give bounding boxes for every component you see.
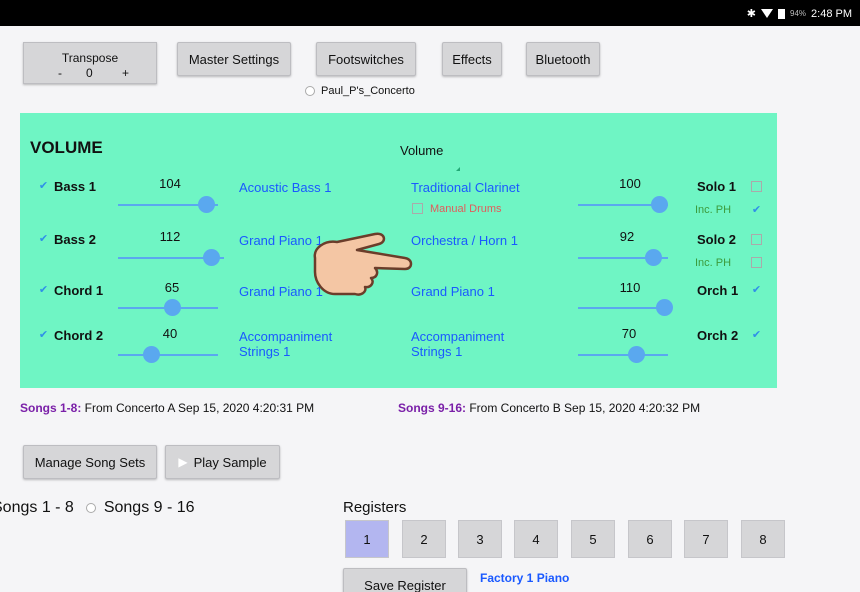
transpose-plus-button[interactable]: + <box>122 66 129 80</box>
bass2-checkbox[interactable]: ✔ <box>38 233 49 245</box>
solo1-checkbox[interactable] <box>751 181 762 192</box>
manual-drums-checkbox[interactable] <box>412 203 423 214</box>
solo2-checkbox[interactable] <box>751 234 762 245</box>
orch2-slider[interactable] <box>578 354 668 356</box>
wifi-icon <box>761 9 774 18</box>
orch1-slider-thumb[interactable] <box>656 299 673 316</box>
bass2-label: Bass 2 <box>54 232 96 247</box>
song-radio[interactable]: Paul_P's_Concerto <box>305 85 415 97</box>
solo2-incph-label: Inc. PH <box>695 257 732 269</box>
chord1-value: 65 <box>164 280 180 295</box>
bass1-slider-thumb[interactable] <box>198 196 215 213</box>
solo2-value: 92 <box>619 229 635 244</box>
transpose-label: Transpose <box>61 51 119 65</box>
chord2-checkbox[interactable]: ✔ <box>38 329 49 341</box>
songs-set1-info: Songs 1-8: From Concerto A Sep 15, 2020 … <box>20 401 314 415</box>
orch2-value: 70 <box>621 326 637 341</box>
song-name: Paul_P's_Concerto <box>321 85 415 97</box>
status-bar: ✱ 94% 2:48 PM <box>0 0 860 26</box>
play-icon: ▶ <box>178 455 188 469</box>
chord1-label: Chord 1 <box>54 283 104 298</box>
solo2-voice[interactable]: Orchestra / Horn 1 <box>411 233 518 248</box>
bass1-value: 104 <box>159 176 181 191</box>
hand-pointer-icon <box>313 232 413 296</box>
chord2-slider-thumb[interactable] <box>143 346 160 363</box>
orch2-checkbox[interactable]: ✔ <box>751 329 762 341</box>
effects-button[interactable]: Effects <box>442 42 502 76</box>
volume-title: VOLUME <box>30 138 103 157</box>
transpose-value: 0 <box>86 66 93 80</box>
solo1-value: 100 <box>619 176 641 191</box>
play-sample-button[interactable]: ▶ Play Sample <box>165 445 280 479</box>
bass1-voice[interactable]: Acoustic Bass 1 <box>239 180 332 195</box>
battery-percent: 94% <box>790 9 807 18</box>
transpose-control: Transpose - 0 + <box>23 42 157 84</box>
orch1-value: 110 <box>619 280 641 295</box>
solo1-incph-label: Inc. PH <box>695 204 732 216</box>
bluetooth-button[interactable]: Bluetooth <box>526 42 600 76</box>
register-button-3[interactable]: 3 <box>458 520 502 558</box>
register-button-5[interactable]: 5 <box>571 520 615 558</box>
songs-set2-info: Songs 9-16: From Concerto B Sep 15, 2020… <box>398 401 700 415</box>
play-sample-label: Play Sample <box>193 454 267 470</box>
orch1-slider[interactable] <box>578 307 668 309</box>
volume-center-label: Volume <box>400 143 444 158</box>
register-button-2[interactable]: 2 <box>402 520 446 558</box>
register-button-8[interactable]: 8 <box>741 520 785 558</box>
chord2-label: Chord 2 <box>54 328 104 343</box>
solo2-slider-thumb[interactable] <box>645 249 662 266</box>
save-register-button[interactable]: Save Register <box>343 568 467 592</box>
bluetooth-icon: ✱ <box>746 8 757 20</box>
radio-icon[interactable] <box>305 86 315 96</box>
bass1-label: Bass 1 <box>54 179 96 194</box>
chord1-checkbox[interactable]: ✔ <box>38 284 49 296</box>
battery-icon <box>778 8 786 19</box>
orch2-voice[interactable]: Accompaniment Strings 1 <box>411 329 541 359</box>
volume-indicator-icon <box>456 163 460 171</box>
manual-drums-label: Manual Drums <box>430 203 502 215</box>
clock: 2:48 PM <box>811 7 852 20</box>
solo1-slider-thumb[interactable] <box>651 196 668 213</box>
orch1-label: Orch 1 <box>697 283 739 298</box>
songs-9-16-option[interactable]: Songs 9 - 16 <box>104 499 195 517</box>
bass1-checkbox[interactable]: ✔ <box>38 180 49 192</box>
register-button-4[interactable]: 4 <box>514 520 558 558</box>
register-button-6[interactable]: 6 <box>628 520 672 558</box>
footswitches-button[interactable]: Footswitches <box>316 42 416 76</box>
register-button-7[interactable]: 7 <box>684 520 728 558</box>
songs-set2-text: From Concerto B Sep 15, 2020 4:20:32 PM <box>466 401 701 415</box>
orch2-slider-thumb[interactable] <box>628 346 645 363</box>
chord1-slider-thumb[interactable] <box>164 299 181 316</box>
solo1-voice[interactable]: Traditional Clarinet <box>411 180 520 195</box>
chord2-slider[interactable] <box>118 354 218 356</box>
songs-1-8-option[interactable]: Songs 1 - 8 <box>0 499 74 517</box>
orch1-voice[interactable]: Grand Piano 1 <box>411 284 495 299</box>
orch1-checkbox[interactable]: ✔ <box>751 284 762 296</box>
solo2-incph-checkbox[interactable] <box>751 257 762 268</box>
manage-song-sets-button[interactable]: Manage Song Sets <box>23 445 157 479</box>
songs-set1-label: Songs 1-8: <box>20 401 82 415</box>
song-switch: Songs 1 - 8 Songs 9 - 16 <box>0 499 195 517</box>
solo2-label: Solo 2 <box>697 232 737 247</box>
orch2-label: Orch 2 <box>697 328 739 343</box>
songs-set2-label: Songs 9-16: <box>398 401 467 415</box>
songs-set1-text: From Concerto A Sep 15, 2020 4:20:31 PM <box>81 401 315 415</box>
current-register-name: Factory 1 Piano <box>480 571 570 585</box>
solo1-incph-checkbox[interactable]: ✔ <box>751 204 762 216</box>
master-settings-button[interactable]: Master Settings <box>177 42 291 76</box>
solo1-label: Solo 1 <box>697 179 737 194</box>
bass2-value: 112 <box>159 229 181 244</box>
register-button-1[interactable]: 1 <box>345 520 389 558</box>
registers-label: Registers <box>343 499 407 516</box>
transpose-minus-button[interactable]: - <box>58 66 62 80</box>
chord2-voice[interactable]: Accompaniment Strings 1 <box>239 329 369 359</box>
radio-icon[interactable] <box>85 503 96 513</box>
chord2-value: 40 <box>162 326 178 341</box>
bass2-slider-thumb[interactable] <box>203 249 220 266</box>
